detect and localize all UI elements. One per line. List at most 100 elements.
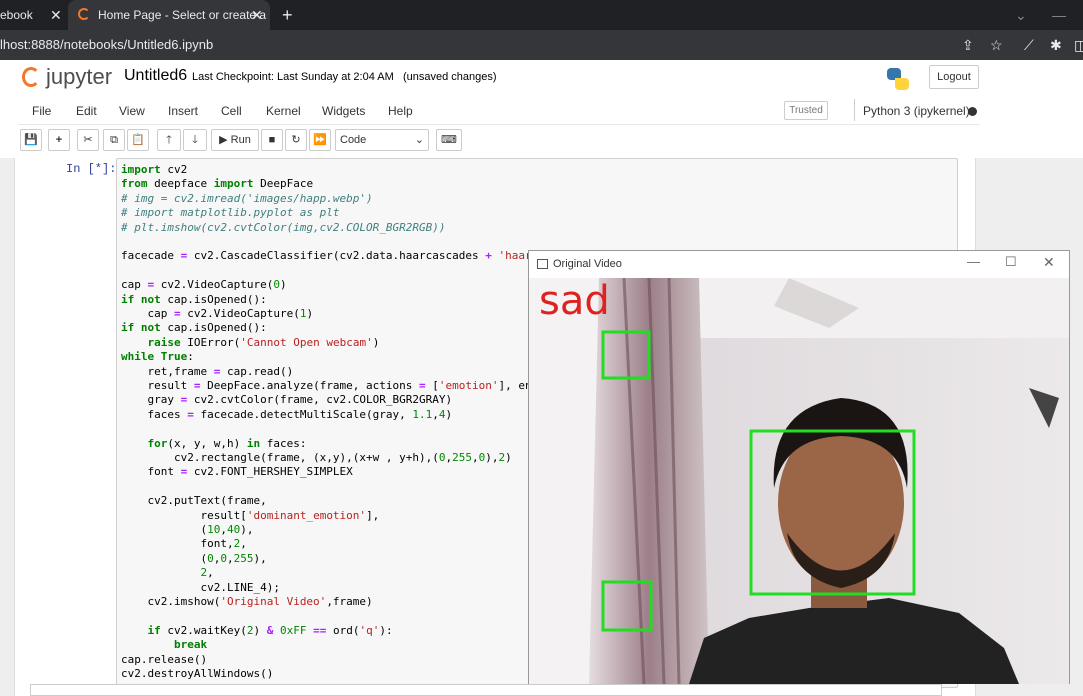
url-text[interactable]: lhost:8888/notebooks/Untitled6.ipynb	[0, 30, 213, 60]
minimize-icon[interactable]: —	[1052, 0, 1066, 30]
webcam-image: sad	[529, 278, 1069, 684]
menu-help[interactable]: Help	[388, 104, 413, 118]
chevron-down-icon[interactable]: ⌄	[1015, 0, 1027, 30]
code-line: (10,40),	[121, 523, 254, 536]
code-line: cv2.LINE_4);	[121, 580, 280, 594]
keyboard-icon[interactable]: ⌨	[436, 129, 462, 151]
code-line: 2,	[200, 566, 214, 580]
copy-icon[interactable]: ⧉	[103, 129, 125, 151]
window-app-icon	[537, 259, 548, 269]
restart-icon[interactable]: ↻	[285, 129, 307, 151]
logout-button[interactable]: Logout	[929, 65, 979, 89]
menu-file[interactable]: File	[32, 104, 51, 118]
extension-icon[interactable]: ⟋	[1024, 30, 1034, 60]
code-line: raise IOError('Cannot Open webcam')	[147, 335, 380, 349]
menu-widgets[interactable]: Widgets	[322, 104, 365, 118]
code-line: gray = cv2.cvtColor(frame, cv2.COLOR_BGR…	[121, 393, 453, 407]
kernel-name[interactable]: Python 3 (ipykernel)	[863, 104, 970, 118]
code-line: if not cap.isOpened():	[121, 321, 267, 335]
webcam-frame: sad	[529, 278, 1069, 684]
code-line: (0,0,255),	[121, 551, 267, 565]
jupyter-favicon-icon	[78, 8, 90, 20]
code-line: if not cap.isOpened():	[121, 292, 267, 306]
code-line: facecade = cv2.CascadeClassifier(cv2.dat…	[121, 249, 539, 263]
cell-type-value: Code	[340, 134, 367, 146]
close-icon[interactable]: ✕	[251, 0, 263, 30]
close-icon[interactable]: ✕	[1043, 254, 1055, 271]
code-line: cv2.rectangle(frame, (x,y),(x+w , y+h),(…	[121, 451, 512, 464]
browser-tab[interactable]: ebook	[0, 0, 50, 30]
emotion-label: sad	[539, 278, 610, 324]
code-line: cv2.destroyAllWindows()	[121, 667, 274, 680]
code-line: if cv2.waitKey(2) & 0xFF == ord('q'):	[147, 623, 393, 637]
maximize-icon[interactable]: ☐	[1005, 254, 1017, 270]
move-down-icon[interactable]: 🡓	[183, 129, 207, 151]
code-line: # import matplotlib.pyplot as plt	[121, 206, 340, 220]
menu-bar	[18, 97, 980, 125]
video-window-title: Original Video	[553, 258, 622, 270]
share-icon[interactable]: ⇪	[962, 30, 974, 60]
code-line: # img = cv2.imread('images/happ.webp')	[121, 191, 373, 205]
kernel-busy-indicator	[968, 107, 977, 116]
menu-insert[interactable]: Insert	[168, 104, 198, 118]
cell-prompt: In [*]:	[66, 162, 117, 176]
autosave-status: (unsaved changes)	[403, 71, 497, 83]
browser-tab-bar: ebook ✕ Home Page - Select or create a n…	[0, 0, 1083, 30]
code-line: # plt.imshow(cv2.cvtColor(img,cv2.COLOR_…	[121, 220, 446, 234]
play-icon: ▶	[219, 134, 228, 146]
save-icon[interactable]: 💾	[20, 129, 42, 151]
code-line: cap.release()	[121, 652, 208, 666]
code-line: faces = facecade.detectMultiScale(gray, …	[121, 407, 453, 421]
menu-kernel[interactable]: Kernel	[266, 104, 301, 118]
browser-tab-active[interactable]: Home Page - Select or create a n	[68, 0, 270, 30]
jupyter-logo-text[interactable]: jupyter	[46, 64, 112, 90]
fast-forward-icon[interactable]: ⏩	[309, 129, 331, 151]
code-line: cv2.imshow('Original Video',frame)	[121, 595, 373, 608]
divider	[854, 99, 855, 121]
insert-cell-button[interactable]: +	[48, 129, 70, 151]
ceiling	[659, 278, 1069, 338]
checkpoint-status: Last Checkpoint: Last Sunday at 2:04 AM	[192, 71, 394, 83]
address-bar[interactable]: lhost:8888/notebooks/Untitled6.ipynb ⇪ ☆…	[0, 30, 1083, 60]
output-area	[30, 684, 942, 696]
code-line: while True:	[121, 350, 194, 364]
python-logo-icon	[885, 66, 911, 92]
code-line: font = cv2.FONT_HERSHEY_SIMPLEX	[121, 465, 353, 479]
menu-cell[interactable]: Cell	[221, 104, 242, 118]
cell-type-select[interactable]: Code ⌄	[335, 129, 429, 151]
code-line: break	[173, 638, 208, 652]
video-window[interactable]: Original Video — ☐ ✕ sad	[528, 250, 1070, 684]
star-icon[interactable]: ☆	[990, 30, 1003, 60]
close-icon[interactable]: ✕	[50, 0, 62, 30]
code-line: from deepface import DeepFace	[121, 177, 314, 191]
paste-icon[interactable]: 📋	[127, 129, 149, 151]
code-line: cv2.putText(frame,	[121, 494, 267, 508]
tab-label: ebook	[0, 8, 33, 22]
code-line: cap = cv2.VideoCapture(1)	[121, 307, 314, 320]
minimize-icon[interactable]: —	[967, 254, 980, 269]
code-line: for(x, y, w,h) in faces:	[147, 436, 307, 450]
code-line: cap = cv2.VideoCapture(0)	[121, 278, 287, 292]
code-line: result['dominant_emotion'],	[121, 508, 380, 522]
trusted-badge[interactable]: Trusted	[784, 101, 828, 120]
code-line: result = DeepFace.analyze(frame, actions…	[121, 379, 539, 392]
jupyter-logo-icon[interactable]	[22, 67, 40, 87]
move-up-icon[interactable]: 🡑	[157, 129, 181, 151]
code-line: ret,frame = cap.read()	[121, 364, 294, 378]
run-label: Run	[230, 134, 251, 146]
video-titlebar[interactable]: Original Video — ☐ ✕	[529, 251, 1069, 278]
chevron-down-icon: ⌄	[414, 134, 424, 146]
menu-view[interactable]: View	[119, 104, 145, 118]
code-line: import cv2	[121, 163, 188, 176]
code-line: font,2,	[121, 537, 247, 551]
menu-edit[interactable]: Edit	[76, 104, 97, 118]
tab-label: Home Page - Select or create a n	[98, 8, 270, 22]
sidebar-icon[interactable]: ◫	[1074, 30, 1083, 60]
new-tab-icon[interactable]: +	[282, 0, 293, 30]
left-wall	[529, 278, 599, 684]
run-button[interactable]: ▶ Run	[211, 129, 259, 151]
cut-icon[interactable]: ✂	[77, 129, 99, 151]
notebook-name[interactable]: Untitled6	[124, 67, 187, 85]
puzzle-icon[interactable]: ✱	[1050, 30, 1062, 60]
stop-icon[interactable]: ■	[261, 129, 283, 151]
